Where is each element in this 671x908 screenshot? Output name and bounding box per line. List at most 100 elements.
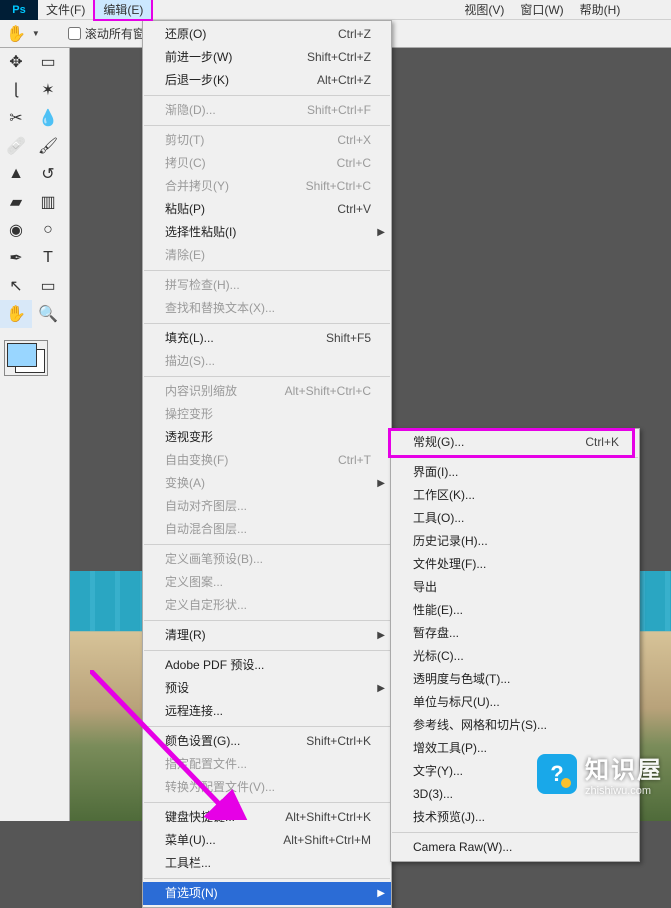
edit-menu-item-10[interactable]: 选择性粘贴(I)▶: [143, 221, 391, 244]
zoom-tool-icon[interactable]: 🔍: [32, 300, 64, 328]
history-brush-tool-icon[interactable]: ↺: [32, 160, 64, 188]
menu-edit[interactable]: 编辑(E): [93, 0, 153, 21]
menu-item-label: 颜色设置(G)...: [165, 733, 240, 750]
edit-menu-item-35[interactable]: 远程连接...: [143, 700, 391, 723]
pref-menu-item-19[interactable]: Camera Raw(W)...: [391, 836, 639, 859]
menu-item-label: 自动对齐图层...: [165, 498, 247, 515]
menu-item-label: 导出: [413, 579, 437, 596]
pref-menu-item-0[interactable]: 常规(G)... Ctrl+K: [391, 431, 639, 454]
gradient-tool-icon[interactable]: ▥: [32, 188, 64, 216]
crop-tool-icon[interactable]: ✂: [0, 104, 32, 132]
edit-menu-item-27: 定义画笔预设(B)...: [143, 548, 391, 571]
edit-menu-item-9[interactable]: 粘贴(P)Ctrl+V: [143, 198, 391, 221]
menu-item-label: 指定配置文件...: [165, 756, 247, 773]
tool-preset-caret-icon[interactable]: ▼: [32, 29, 40, 38]
edit-menu-item-42[interactable]: 菜单(U)...Alt+Shift+Ctrl+M: [143, 829, 391, 852]
edit-menu-item-45[interactable]: 首选项(N)▶: [143, 882, 391, 905]
magic-wand-tool-icon[interactable]: ✶: [32, 76, 64, 104]
hand-tool-icon[interactable]: ✋: [6, 24, 26, 44]
edit-menu-item-16[interactable]: 填充(L)...Shift+F5: [143, 327, 391, 350]
stamp-tool-icon[interactable]: ▲: [0, 160, 32, 188]
menu-item-shortcut: Alt+Shift+Ctrl+K: [285, 809, 371, 826]
foreground-color-swatch[interactable]: [7, 343, 37, 367]
edit-menu-item-41[interactable]: 键盘快捷键...Alt+Shift+Ctrl+K: [143, 806, 391, 829]
menu-item-label: 历史记录(H)...: [413, 533, 488, 550]
menu-item-shortcut: Ctrl+K: [585, 434, 619, 451]
edit-menu-item-23: 变换(A)▶: [143, 472, 391, 495]
menu-file[interactable]: 文件(F): [38, 0, 93, 19]
menu-item-label: 渐隐(D)...: [165, 102, 216, 119]
tool-grid: ✥ ▭ ɭ ✶ ✂ 💧 🩹 🖌 ▲ ↺ ▰ ▥ ◉ ○ ✒ T ↖ ▭ ✋ 🔍: [0, 48, 69, 328]
pref-menu-item-13[interactable]: 参考线、网格和切片(S)...: [391, 714, 639, 737]
edit-menu-item-43[interactable]: 工具栏...: [143, 852, 391, 875]
pref-menu-item-7[interactable]: 导出: [391, 576, 639, 599]
menu-item-shortcut: Ctrl+V: [337, 201, 371, 218]
watermark-sub: zhishiwu.com: [585, 785, 663, 797]
move-tool-icon[interactable]: ✥: [0, 48, 32, 76]
menu-item-shortcut: Shift+Ctrl+Z: [307, 49, 371, 66]
edit-menu-item-21[interactable]: 透视变形: [143, 426, 391, 449]
edit-menu-item-34[interactable]: 预设▶: [143, 677, 391, 700]
scroll-all-input[interactable]: [68, 27, 81, 40]
pref-menu-item-3[interactable]: 工作区(K)...: [391, 484, 639, 507]
edit-menu-item-13: 拼写检查(H)...: [143, 274, 391, 297]
app-logo: Ps: [0, 0, 38, 20]
brush-tool-icon[interactable]: 🖌: [32, 132, 64, 160]
edit-menu-item-1[interactable]: 前进一步(W)Shift+Ctrl+Z: [143, 46, 391, 69]
menu-view[interactable]: 视图(V): [456, 0, 512, 19]
pref-menu-item-6[interactable]: 文件处理(F)...: [391, 553, 639, 576]
edit-menu-item-20: 操控变形: [143, 403, 391, 426]
menu-hidden-3[interactable]: [185, 0, 201, 19]
menu-separator: [144, 802, 390, 803]
healing-tool-icon[interactable]: 🩹: [0, 132, 32, 160]
dodge-tool-icon[interactable]: ○: [32, 216, 64, 244]
scroll-all-checkbox[interactable]: 滚动所有窗: [68, 25, 145, 42]
menu-item-label: 清理(R): [165, 627, 206, 644]
lasso-tool-icon[interactable]: ɭ: [0, 76, 32, 104]
menu-item-label: 自由变换(F): [165, 452, 228, 469]
blur-tool-icon[interactable]: ◉: [0, 216, 32, 244]
type-tool-icon[interactable]: T: [32, 244, 64, 272]
edit-menu-item-7: 拷贝(C)Ctrl+C: [143, 152, 391, 175]
hand-tool-toolbar-icon[interactable]: ✋: [0, 300, 32, 328]
pref-menu-item-9[interactable]: 暂存盘...: [391, 622, 639, 645]
edit-menu-item-29: 定义自定形状...: [143, 594, 391, 617]
pref-menu-item-2[interactable]: 界面(I)...: [391, 461, 639, 484]
pen-tool-icon[interactable]: ✒: [0, 244, 32, 272]
menu-help[interactable]: 帮助(H): [572, 0, 629, 19]
color-swatch[interactable]: [0, 336, 69, 380]
pref-menu-item-4[interactable]: 工具(O)...: [391, 507, 639, 530]
edit-menu-item-14: 查找和替换文本(X)...: [143, 297, 391, 320]
eraser-tool-icon[interactable]: ▰: [0, 188, 32, 216]
watermark: ? 知识屋 zhishiwu.com: [537, 750, 663, 797]
pref-menu-item-10[interactable]: 光标(C)...: [391, 645, 639, 668]
menu-item-shortcut: Ctrl+X: [337, 132, 371, 149]
menu-item-shortcut: Alt+Ctrl+Z: [317, 72, 371, 89]
menu-hidden-1[interactable]: [153, 0, 169, 19]
menu-item-label: 文件处理(F)...: [413, 556, 486, 573]
menu-item-label: 性能(E)...: [413, 602, 463, 619]
pref-menu-item-12[interactable]: 单位与标尺(U)...: [391, 691, 639, 714]
shape-tool-icon[interactable]: ▭: [32, 272, 64, 300]
pref-menu-item-5[interactable]: 历史记录(H)...: [391, 530, 639, 553]
pref-menu-item-17[interactable]: 技术预览(J)...: [391, 806, 639, 829]
watermark-badge-icon: ?: [537, 754, 577, 794]
menu-item-label: 首选项(N): [165, 885, 218, 902]
marquee-tool-icon[interactable]: ▭: [32, 48, 64, 76]
menu-hidden-2[interactable]: [169, 0, 185, 19]
edit-menu-item-33[interactable]: Adobe PDF 预设...: [143, 654, 391, 677]
pref-menu-item-11[interactable]: 透明度与色域(T)...: [391, 668, 639, 691]
path-tool-icon[interactable]: ↖: [0, 272, 32, 300]
menu-separator: [392, 832, 638, 833]
edit-menu-item-0[interactable]: 还原(O)Ctrl+Z: [143, 23, 391, 46]
menu-item-shortcut: Ctrl+Z: [338, 26, 371, 43]
menu-item-label: 常规(G)...: [413, 434, 464, 451]
menu-separator: [144, 376, 390, 377]
eyedropper-tool-icon[interactable]: 💧: [32, 104, 64, 132]
edit-menu-item-17: 描边(S)...: [143, 350, 391, 373]
edit-menu-item-2[interactable]: 后退一步(K)Alt+Ctrl+Z: [143, 69, 391, 92]
menu-window[interactable]: 窗口(W): [512, 0, 571, 19]
edit-menu-item-31[interactable]: 清理(R)▶: [143, 624, 391, 647]
pref-menu-item-8[interactable]: 性能(E)...: [391, 599, 639, 622]
edit-menu-item-37[interactable]: 颜色设置(G)...Shift+Ctrl+K: [143, 730, 391, 753]
